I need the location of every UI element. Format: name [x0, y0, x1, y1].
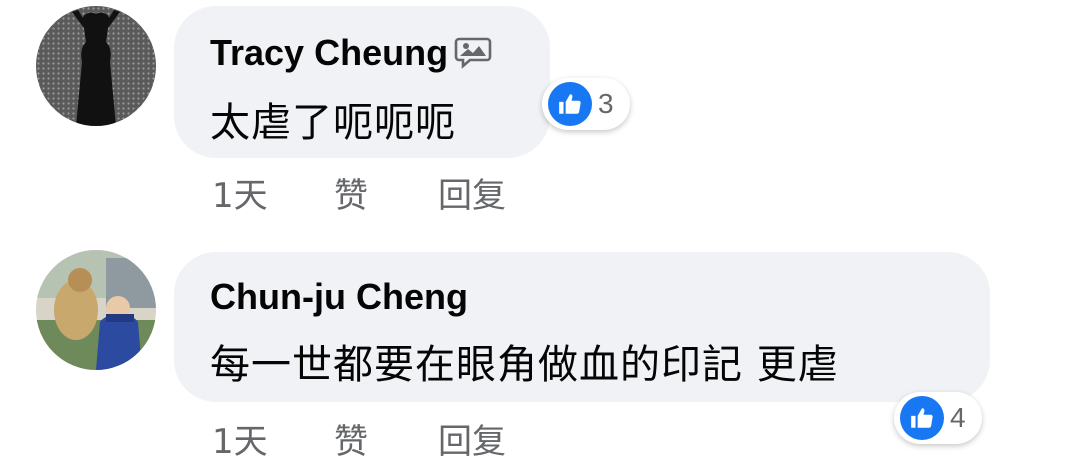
author-name[interactable]: Chun-ju Cheng — [210, 276, 468, 318]
comment-text: 每一世都要在眼角做血的印記 更虐 — [210, 342, 839, 388]
reaction-count: 4 — [950, 402, 966, 433]
like-button[interactable]: 赞 — [334, 414, 438, 463]
avatar-photo-icon — [36, 250, 156, 370]
reply-button[interactable]: 回复 — [438, 414, 506, 463]
avatar[interactable] — [36, 250, 156, 370]
reaction-summary[interactable]: 4 — [894, 392, 982, 444]
comment-author[interactable]: Chun-ju Cheng — [210, 276, 468, 318]
comment-actions: 1天 赞 回复 — [212, 414, 506, 463]
thumbs-up-icon — [900, 396, 944, 440]
comment-time[interactable]: 1天 — [212, 414, 334, 463]
comment-2: Chun-ju Cheng 每一世都要在眼角做血的印記 更虐 4 1天 赞 回复 — [0, 0, 1079, 476]
comment-bubble: Chun-ju Cheng 每一世都要在眼角做血的印記 更虐 — [174, 252, 990, 402]
